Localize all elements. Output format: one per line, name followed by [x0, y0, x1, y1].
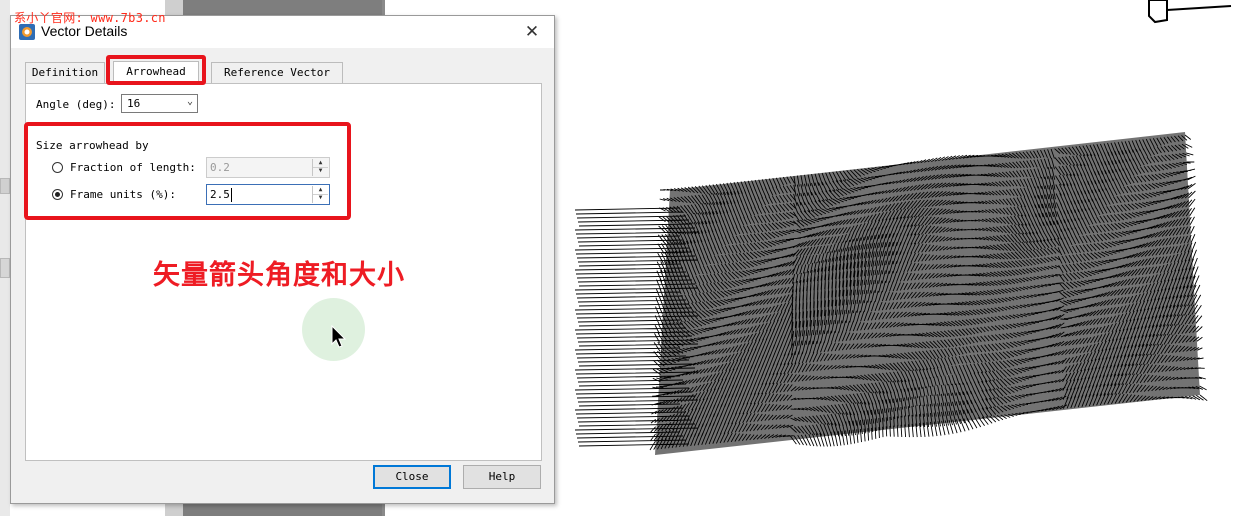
tab-reference-vector[interactable]: Reference Vector: [211, 62, 343, 83]
arrowhead-tab-highlight: [106, 55, 206, 85]
tab-definition[interactable]: Definition: [25, 62, 105, 83]
annotation-caption: 矢量箭头角度和大小: [153, 260, 405, 291]
help-button[interactable]: Help: [463, 465, 541, 489]
background-app-edge: [0, 0, 10, 516]
angle-label: Angle (deg):: [36, 98, 116, 111]
vector-field-plot: [574, 132, 1208, 455]
watermark-text: 系小丫官网: www.7b3.cn: [14, 11, 166, 25]
chevron-down-icon: ⌄: [186, 96, 193, 107]
background-control: [0, 178, 10, 194]
vector-details-dialog: Vector Details ✕ Definition Arrowhead Re…: [10, 15, 555, 504]
angle-select[interactable]: 16 ⌄: [121, 94, 198, 113]
orientation-cube-icon[interactable]: [1145, 0, 1233, 24]
vector-band: [655, 132, 1200, 455]
angle-value: 16: [127, 97, 141, 110]
background-control: [0, 258, 10, 278]
mouse-cursor-icon: [331, 325, 347, 348]
close-icon[interactable]: ✕: [510, 16, 554, 48]
close-button[interactable]: Close: [373, 465, 451, 489]
size-group-highlight: [24, 122, 351, 220]
app-logo-icon: [19, 24, 35, 40]
